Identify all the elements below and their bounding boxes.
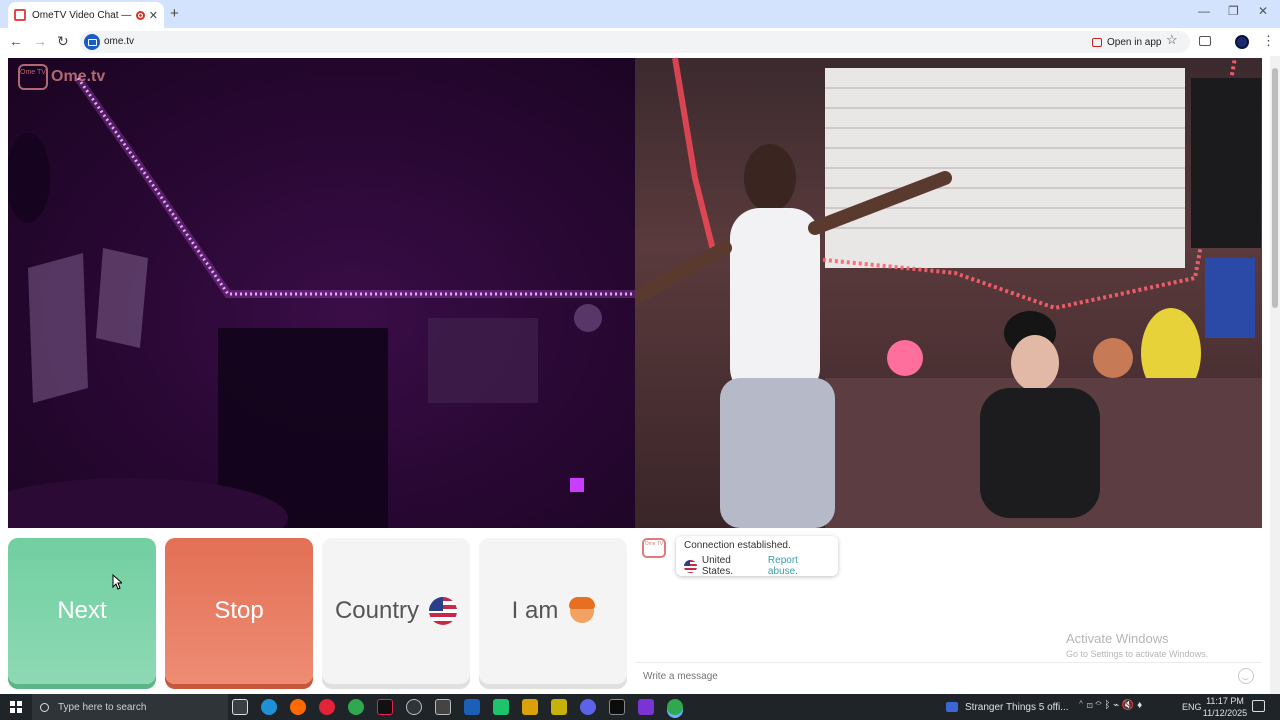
- chrome-icon[interactable]: [348, 699, 364, 715]
- local-video: [8, 58, 635, 528]
- activate-windows-subtitle: Go to Settings to activate Windows.: [1066, 649, 1209, 659]
- site-info-icon[interactable]: [84, 34, 100, 50]
- local-video-scene: [8, 75, 635, 528]
- window-close-button[interactable]: ✕: [1258, 4, 1268, 18]
- ometv-logo: Ome TV Ome.tv: [18, 64, 105, 90]
- cast-icon[interactable]: [1199, 36, 1211, 46]
- tiktok-icon[interactable]: [377, 699, 393, 715]
- report-abuse-link[interactable]: Report abuse.: [768, 555, 830, 577]
- cpu-z-icon[interactable]: [435, 699, 451, 715]
- url-text: ome.tv: [104, 36, 135, 47]
- soundcloud-icon[interactable]: [290, 699, 306, 715]
- activate-windows-title: Activate Windows: [1066, 631, 1169, 646]
- speedometer-icon[interactable]: [406, 699, 422, 715]
- game-launcher-icon[interactable]: [551, 699, 567, 715]
- browser-toolbar: ← → ↻ ome.tv Open in app ☆ ⋮: [0, 28, 1280, 56]
- bookmark-star-icon[interactable]: ☆: [1166, 32, 1178, 48]
- page-scrollbar[interactable]: [1270, 56, 1280, 694]
- chrome-active-icon[interactable]: [667, 699, 683, 715]
- taskbar-apps: [232, 699, 683, 715]
- emoji-icon[interactable]: [1238, 668, 1254, 684]
- stop-button[interactable]: Stop: [165, 538, 313, 684]
- ometv-tv-icon: Ome TV: [18, 64, 48, 90]
- country-label: Country: [334, 597, 420, 624]
- tab-title: OmeTV Video Chat — Ome: [32, 9, 132, 21]
- notifications-icon[interactable]: [1252, 700, 1265, 712]
- rockstar-icon[interactable]: [522, 699, 538, 715]
- back-button[interactable]: ←: [9, 33, 23, 49]
- scrollbar-thumb[interactable]: [1272, 68, 1278, 308]
- music-player-icon[interactable]: [319, 699, 335, 715]
- boy-emoji-icon: [569, 597, 596, 623]
- taskbar-clock[interactable]: 11:17 PM 11/12/2025: [1200, 695, 1250, 719]
- clock-date: 11/12/2025: [1202, 708, 1248, 718]
- chat-ometv-icon: Ome TV: [642, 538, 666, 558]
- next-button[interactable]: Next: [8, 538, 156, 684]
- windows-taskbar: Type here to search Stranger Things 5 of…: [0, 694, 1280, 720]
- profile-avatar[interactable]: [1235, 35, 1249, 49]
- connection-status: Connection established.: [684, 540, 791, 551]
- system-message: Connection established. United States. R…: [676, 536, 838, 577]
- us-flag-small-icon: [684, 559, 697, 573]
- new-tab-button[interactable]: +: [170, 5, 179, 22]
- edge-icon[interactable]: [261, 699, 277, 715]
- open-in-app-button[interactable]: Open in app: [1086, 34, 1168, 50]
- browser-tab[interactable]: OmeTV Video Chat — Ome ✕: [8, 2, 164, 28]
- i-am-label: I am: [511, 597, 559, 624]
- video-editor-icon[interactable]: [638, 699, 654, 715]
- ometv-brand-text: Ome.tv: [51, 68, 106, 85]
- window-maximize-button[interactable]: ❐: [1228, 4, 1239, 18]
- reload-button[interactable]: ↻: [57, 33, 69, 50]
- message-input[interactable]: [643, 668, 1223, 684]
- partner-country: United States.: [701, 555, 733, 577]
- system-tray[interactable]: ⌃ ⊡ ⌔ ᛒ ⌁ 🔇 ♦: [1078, 700, 1142, 711]
- browser-tab-bar: OmeTV Video Chat — Ome ✕ + — ❐ ✕: [0, 0, 1280, 28]
- ometv-favicon-icon: [14, 9, 26, 21]
- recording-indicator-icon: [135, 10, 145, 20]
- windows-start-icon[interactable]: [10, 701, 22, 713]
- next-label: Next: [57, 597, 107, 624]
- discord-icon[interactable]: [580, 699, 596, 715]
- open-app-icon: [1092, 37, 1102, 47]
- spotify-like-icon[interactable]: [493, 699, 509, 715]
- us-flag-icon: [429, 597, 458, 625]
- open-in-app-label: Open in app: [1107, 36, 1162, 48]
- gender-button[interactable]: I am: [479, 538, 627, 684]
- remote-video-scene: [635, 58, 1262, 528]
- steam-icon[interactable]: [464, 699, 480, 715]
- search-icon: [40, 702, 49, 712]
- stop-label: Stop: [214, 597, 264, 624]
- address-bar[interactable]: ome.tv Open in app: [80, 31, 1190, 53]
- activate-windows-watermark: Activate Windows Go to Settings to activ…: [1066, 631, 1208, 659]
- country-button[interactable]: Country: [322, 538, 470, 684]
- task-view-icon[interactable]: [232, 699, 248, 715]
- taskbar-running-window[interactable]: Stranger Things 5 offi...: [946, 694, 1070, 720]
- browser-menu-icon[interactable]: ⋮: [1262, 33, 1275, 49]
- running-task-title: Stranger Things 5 offi...: [965, 701, 1069, 713]
- mouse-cursor-icon: [112, 574, 122, 590]
- window-minimize-button[interactable]: —: [1198, 4, 1210, 18]
- forward-button[interactable]: →: [33, 33, 47, 49]
- video-window-icon: [946, 702, 958, 712]
- message-composer: [635, 662, 1262, 688]
- media-app-icon[interactable]: [609, 699, 625, 715]
- input-language[interactable]: ENG: [1182, 702, 1202, 712]
- tray-icons[interactable]: ⌃ ⊡ ⌔ ᛒ ⌁ 🔇 ♦: [1078, 700, 1142, 711]
- tab-close-icon[interactable]: ✕: [149, 9, 158, 22]
- taskbar-search-box[interactable]: Type here to search: [32, 694, 228, 720]
- remote-video: [635, 58, 1262, 528]
- clock-time: 11:17 PM: [1206, 696, 1244, 706]
- taskbar-search-placeholder: Type here to search: [58, 701, 147, 713]
